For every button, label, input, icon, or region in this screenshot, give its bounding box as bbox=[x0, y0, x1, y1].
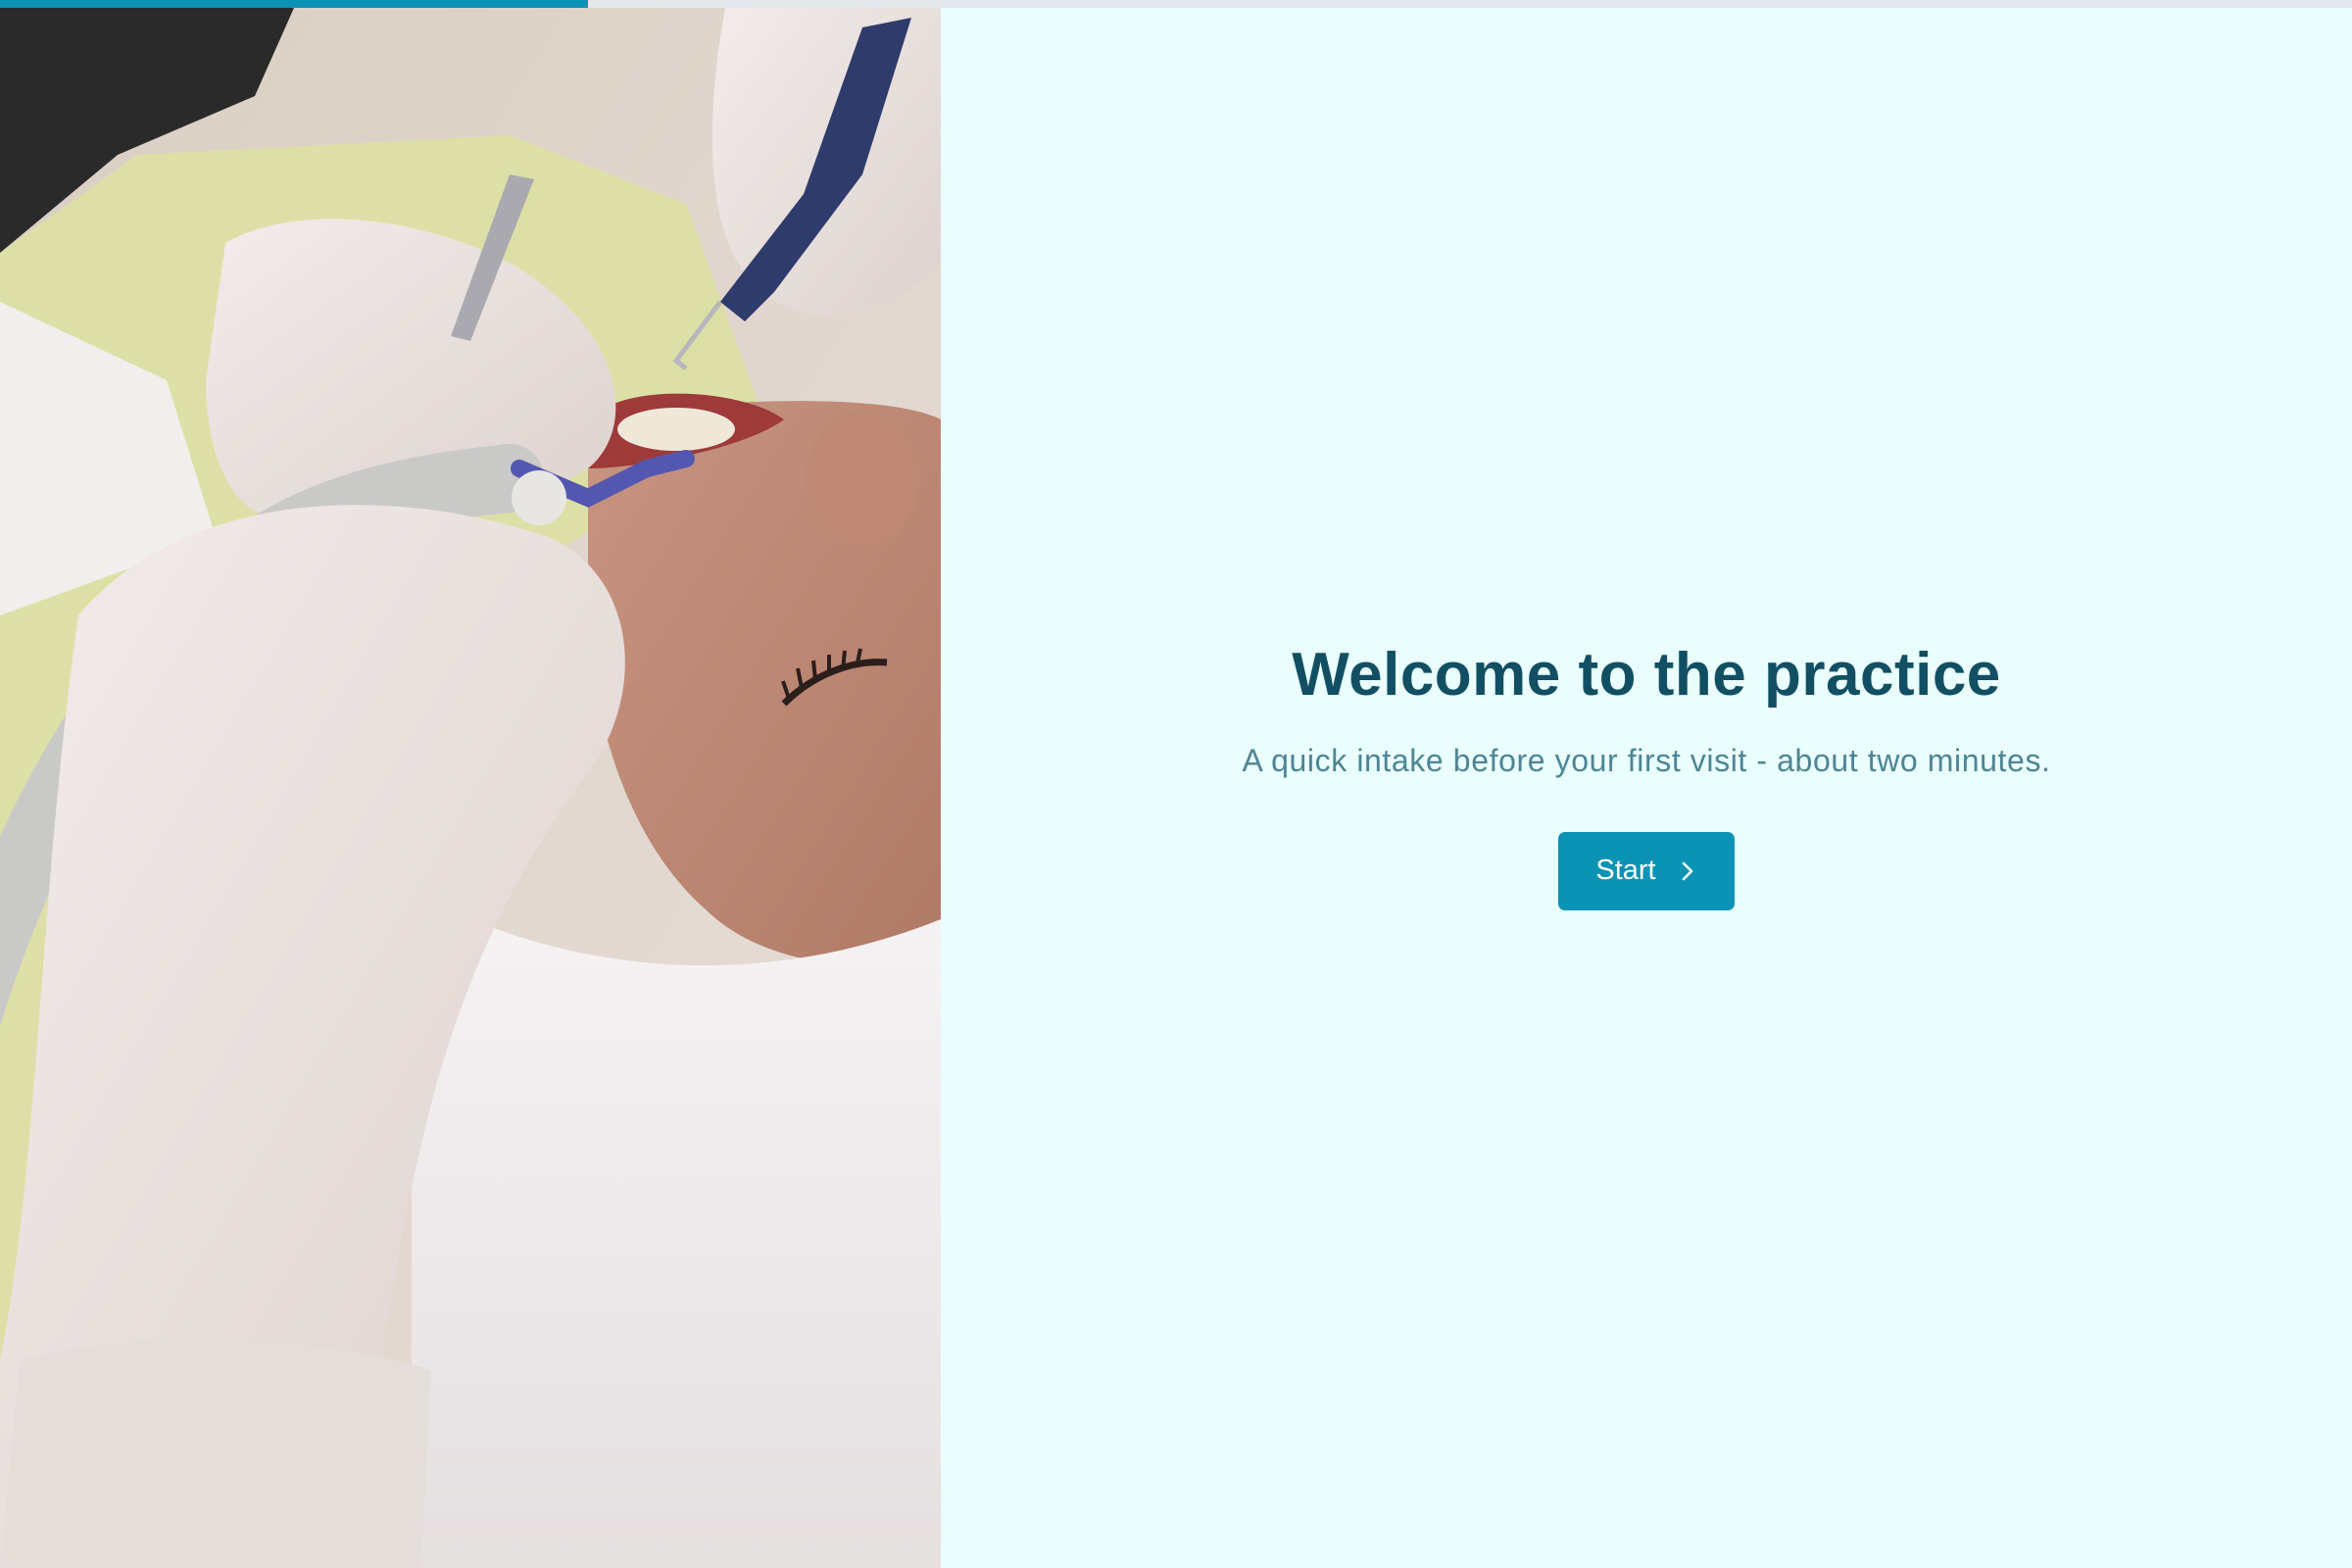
start-button[interactable]: Start bbox=[1558, 831, 1735, 910]
progress-bar bbox=[0, 0, 2352, 8]
progress-bar-fill bbox=[0, 0, 588, 8]
welcome-content: Welcome to the practice A quick intake b… bbox=[1242, 641, 2051, 910]
page-title: Welcome to the practice bbox=[1292, 641, 2001, 710]
start-button-label: Start bbox=[1595, 855, 1656, 887]
welcome-panel: Welcome to the practice A quick intake b… bbox=[941, 8, 2352, 1568]
chevron-right-icon bbox=[1678, 861, 1697, 881]
hero-photo bbox=[0, 8, 941, 1568]
page-subtitle: A quick intake before your first visit -… bbox=[1242, 742, 2051, 778]
intake-welcome-page: Welcome to the practice A quick intake b… bbox=[0, 0, 2352, 1568]
